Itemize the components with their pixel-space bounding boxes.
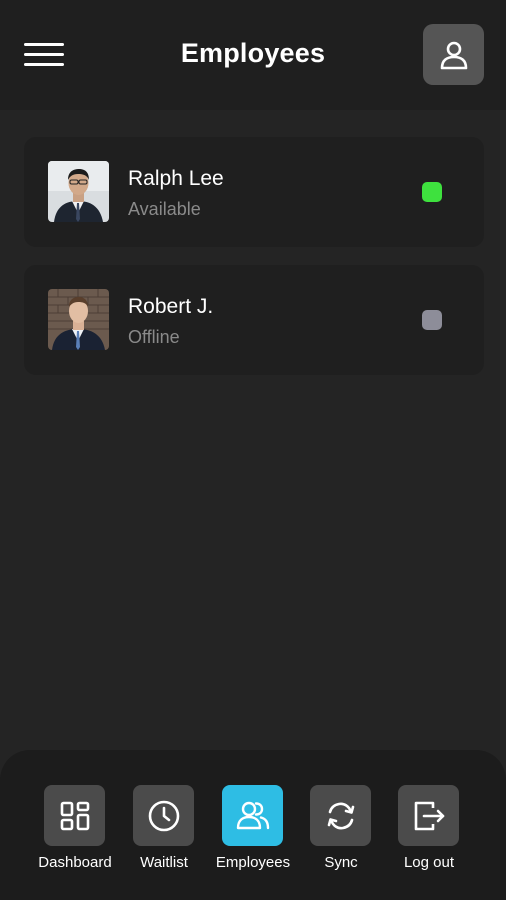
employees-screen: Employees Ralph Lee Available Robert J. … (0, 0, 506, 900)
nav-sync[interactable]: Sync (296, 785, 386, 880)
nav-dashboard[interactable]: Dashboard (30, 785, 120, 880)
dashboard-grid-icon (60, 801, 89, 830)
employee-name: Robert J. (128, 295, 214, 318)
profile-button[interactable] (423, 24, 484, 85)
employee-status: Available (128, 199, 201, 219)
logout-icon (414, 801, 444, 830)
nav-logout[interactable]: Log out (384, 785, 474, 880)
employee-card[interactable]: Robert J. Offline (24, 265, 484, 375)
employees-icon (236, 801, 269, 829)
nav-employees[interactable]: Employees (208, 785, 298, 880)
status-indicator (422, 182, 442, 202)
employee-name: Ralph Lee (128, 167, 224, 190)
status-indicator (422, 310, 442, 330)
clock-icon (148, 800, 179, 831)
employee-status: Offline (128, 327, 180, 347)
avatar (48, 161, 109, 222)
nav-waitlist[interactable]: Waitlist (119, 785, 209, 880)
sync-icon (327, 802, 354, 829)
nav-label: Log out (403, 854, 455, 871)
user-profile-icon (440, 41, 467, 69)
bottom-navigation: Dashboard Waitlist Employees Sync Log ou… (0, 750, 506, 900)
avatar (48, 289, 109, 350)
employee-card[interactable]: Ralph Lee Available (24, 137, 484, 247)
app-header: Employees (0, 0, 506, 110)
